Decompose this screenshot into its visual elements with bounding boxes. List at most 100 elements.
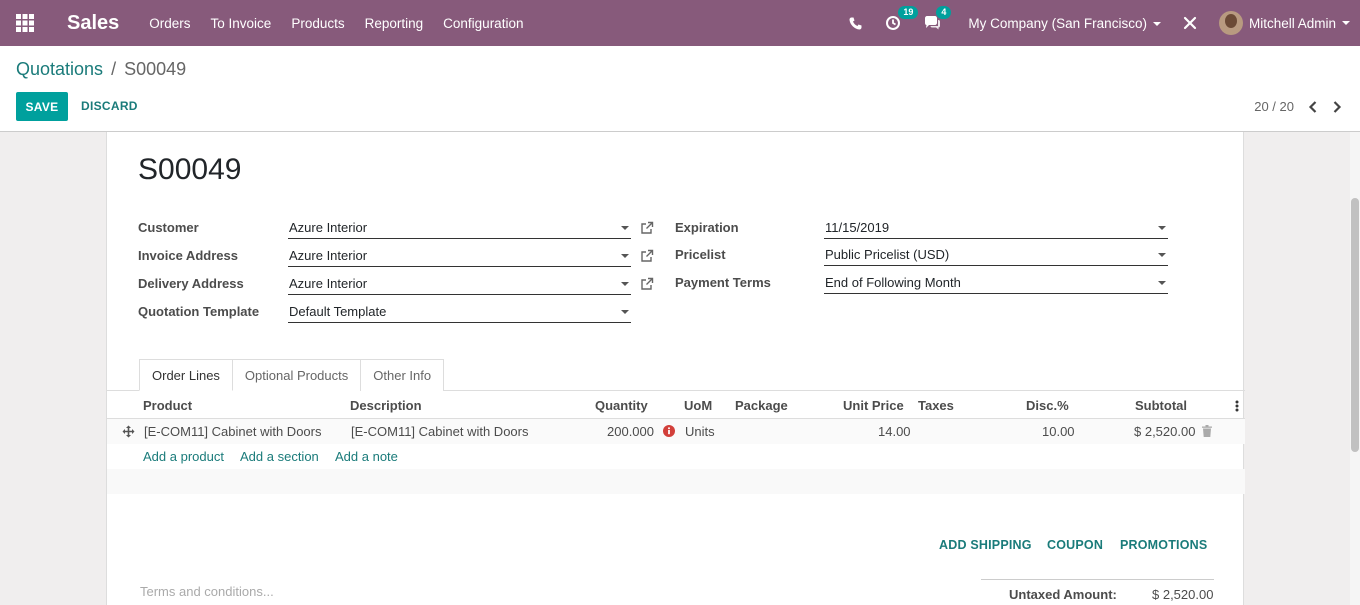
column-product[interactable]: Product: [143, 398, 192, 413]
delivery-address-label: Delivery Address: [138, 276, 244, 291]
chevron-down-icon: [1342, 21, 1350, 25]
company-switcher[interactable]: My Company (San Francisco): [968, 16, 1161, 31]
chevron-right-icon[interactable]: [1332, 100, 1342, 113]
delivery-address-value: Azure Interior: [289, 276, 368, 291]
trash-icon[interactable]: [1202, 425, 1212, 440]
row-uom: Units: [685, 424, 715, 439]
chevron-down-icon: [621, 226, 629, 230]
untaxed-amount-label: Untaxed Amount:: [1009, 587, 1117, 602]
user-menu[interactable]: Mitchell Admin: [1218, 11, 1350, 35]
payment-terms-field[interactable]: End of Following Month: [824, 272, 1168, 294]
row-product: [E-COM11] Cabinet with Doors: [144, 424, 322, 439]
messages-icon[interactable]: 4: [924, 6, 952, 30]
column-subtotal[interactable]: Subtotal: [1135, 398, 1187, 413]
scrollbar-thumb[interactable]: [1351, 198, 1359, 452]
chevron-down-icon: [1152, 21, 1161, 26]
save-button[interactable]: SAVE: [16, 92, 68, 121]
chevron-left-icon[interactable]: [1308, 100, 1318, 113]
coupon-button[interactable]: COUPON: [1047, 538, 1103, 552]
customer-field[interactable]: Azure Interior: [288, 217, 631, 239]
add-section-link[interactable]: Add a section: [240, 449, 319, 464]
untaxed-amount-value: $ 2,520.00: [1152, 587, 1214, 602]
app-title[interactable]: Sales: [67, 12, 119, 35]
drag-handle-icon[interactable]: [122, 425, 135, 441]
activity-clock-icon[interactable]: 19: [886, 6, 919, 30]
quotation-template-label: Quotation Template: [138, 304, 260, 319]
pricelist-label: Pricelist: [675, 247, 726, 262]
debug-tools-icon[interactable]: [1183, 16, 1197, 30]
row-discount: 10.00: [1042, 424, 1075, 439]
notebook-tabs: Order Lines Optional Products Other Info: [139, 359, 445, 391]
customer-value: Azure Interior: [289, 220, 368, 235]
info-warning-icon[interactable]: [663, 425, 675, 440]
tab-other-info[interactable]: Other Info: [361, 359, 445, 391]
column-package[interactable]: Package: [735, 398, 788, 413]
add-shipping-button[interactable]: ADD SHIPPING: [939, 538, 1032, 552]
apps-menu-icon[interactable]: [0, 0, 50, 46]
chevron-down-icon: [1158, 226, 1166, 230]
column-discount[interactable]: Disc.%: [1026, 398, 1069, 413]
main-menu: Orders To Invoice Products Reporting Con…: [149, 16, 543, 31]
expiration-value: 11/15/2019: [825, 220, 890, 235]
breadcrumb-quotations[interactable]: Quotations: [16, 59, 103, 79]
menu-products[interactable]: Products: [291, 16, 344, 31]
pager: 20 / 20: [1254, 99, 1342, 114]
menu-to-invoice[interactable]: To Invoice: [211, 16, 272, 31]
add-line-row: Add a product Add a section Add a note: [107, 444, 1245, 469]
column-unit-price[interactable]: Unit Price: [843, 398, 904, 413]
external-link-icon[interactable]: [640, 249, 654, 263]
quotation-template-field[interactable]: Default Template: [288, 301, 631, 323]
delivery-address-field[interactable]: Azure Interior: [288, 273, 631, 295]
column-quantity[interactable]: Quantity: [595, 398, 648, 413]
breadcrumb-current: S00049: [124, 59, 187, 79]
pricelist-field[interactable]: Public Pricelist (USD): [824, 244, 1168, 266]
expiration-label: Expiration: [675, 220, 739, 235]
chevron-down-icon: [1158, 281, 1166, 285]
discard-button[interactable]: DISCARD: [81, 99, 138, 113]
column-uom[interactable]: UoM: [684, 398, 712, 413]
payment-terms-label: Payment Terms: [675, 275, 771, 290]
quotation-template-value: Default Template: [289, 304, 387, 319]
row-description: [E-COM11] Cabinet with Doors: [351, 424, 529, 439]
breadcrumb-separator: /: [111, 59, 117, 79]
avatar: [1218, 11, 1243, 35]
add-note-link[interactable]: Add a note: [335, 449, 398, 464]
control-panel: Quotations / S00049 SAVE DISCARD 20 / 20: [0, 46, 1360, 132]
pricelist-value: Public Pricelist (USD): [825, 247, 950, 262]
external-link-icon[interactable]: [640, 221, 654, 235]
invoice-address-label: Invoice Address: [138, 248, 238, 263]
empty-row: [107, 469, 1245, 494]
promotions-button[interactable]: PROMOTIONS: [1120, 538, 1207, 552]
payment-terms-value: End of Following Month: [825, 275, 961, 290]
row-subtotal: $ 2,520.00: [1134, 424, 1196, 439]
table-row[interactable]: [E-COM11] Cabinet with Doors [E-COM11] C…: [107, 419, 1245, 444]
chevron-down-icon: [621, 254, 629, 258]
user-name: Mitchell Admin: [1248, 15, 1336, 31]
customer-label: Customer: [138, 220, 199, 235]
pager-value[interactable]: 20 / 20: [1254, 99, 1294, 114]
add-product-link[interactable]: Add a product: [143, 449, 224, 464]
menu-configuration[interactable]: Configuration: [443, 16, 523, 31]
scrollbar[interactable]: [1350, 132, 1360, 605]
chevron-down-icon: [621, 310, 629, 314]
tab-order-lines[interactable]: Order Lines: [139, 359, 233, 391]
invoice-address-field[interactable]: Azure Interior: [288, 245, 631, 267]
column-description[interactable]: Description: [350, 398, 422, 413]
activity-count-badge: 19: [898, 6, 919, 19]
top-navbar: Sales Orders To Invoice Products Reporti…: [0, 0, 1360, 46]
systray: 19 4 My Company (San Francisco) Mitchell…: [849, 0, 1360, 46]
row-quantity: 200.000: [607, 424, 654, 439]
phone-icon[interactable]: [849, 17, 862, 30]
tab-optional-products[interactable]: Optional Products: [232, 359, 362, 391]
breadcrumb: Quotations / S00049: [16, 59, 186, 80]
totals-divider: [981, 579, 1214, 580]
chevron-down-icon: [621, 282, 629, 286]
expiration-field[interactable]: 11/15/2019: [824, 217, 1168, 239]
terms-and-conditions-input[interactable]: Terms and conditions...: [140, 584, 274, 599]
menu-reporting[interactable]: Reporting: [365, 16, 424, 31]
menu-orders[interactable]: Orders: [149, 16, 190, 31]
column-taxes[interactable]: Taxes: [918, 398, 954, 413]
external-link-icon[interactable]: [640, 277, 654, 291]
order-title: S00049: [138, 153, 242, 186]
optional-columns-icon[interactable]: [1235, 400, 1239, 415]
